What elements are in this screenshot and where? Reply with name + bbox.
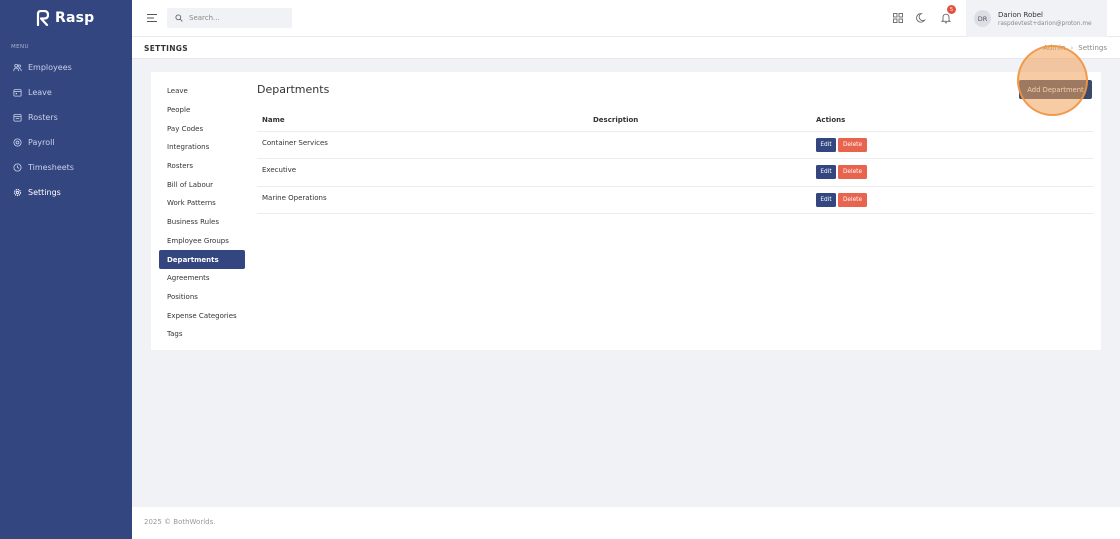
table-row: Container Services Edit Delete: [257, 131, 1093, 160]
settings-nav-employee-groups[interactable]: Employee Groups: [159, 232, 245, 251]
settings-nav-bill-of-labour[interactable]: Bill of Labour: [159, 175, 245, 194]
payroll-icon: [12, 138, 22, 148]
column-header-name: Name: [257, 110, 588, 132]
settings-nav-expense-categories[interactable]: Expense Categories: [159, 306, 245, 325]
department-description: [588, 131, 811, 160]
people-icon: [12, 63, 22, 73]
table-row: Executive Edit Delete: [257, 158, 1093, 187]
settings-nav-leave[interactable]: Leave: [159, 82, 245, 101]
menu-label: MENU: [11, 44, 29, 50]
search-box: [167, 8, 292, 28]
footer-copyright: 2025 © BothWorlds.: [144, 518, 216, 526]
settings-nav: Leave People Pay Codes Integrations Rost…: [159, 82, 245, 344]
table-row: Marine Operations Edit Delete: [257, 186, 1093, 215]
row-actions: Edit Delete: [811, 158, 1093, 187]
breadcrumb-admin[interactable]: Admin: [1043, 44, 1065, 52]
sidebar-item-employees[interactable]: Employees: [0, 55, 132, 80]
departments-table: Name Description Actions Container Servi…: [257, 110, 1093, 215]
calendar-icon: [12, 88, 22, 98]
row-actions: Edit Delete: [811, 186, 1093, 215]
menu-toggle-icon[interactable]: [146, 12, 158, 24]
settings-nav-positions[interactable]: Positions: [159, 288, 245, 307]
topbar: 5 DR Darion Robel raspdevtest+darion@pro…: [132, 0, 1120, 37]
sidebar: Rasp MENU Employees Leave Rosters Payrol…: [0, 0, 132, 539]
sidebar-item-label: Payroll: [28, 138, 55, 147]
gear-icon: [12, 188, 22, 198]
app-logo[interactable]: Rasp: [0, 0, 132, 36]
edit-button[interactable]: Edit: [816, 137, 836, 152]
edit-button[interactable]: Edit: [816, 192, 836, 207]
delete-button[interactable]: Delete: [838, 192, 867, 207]
row-actions: Edit Delete: [811, 131, 1093, 160]
sidebar-item-label: Settings: [28, 188, 61, 197]
settings-nav-integrations[interactable]: Integrations: [159, 138, 245, 157]
edit-button[interactable]: Edit: [816, 165, 836, 180]
add-department-button[interactable]: Add Department: [1019, 80, 1092, 99]
department-name: Executive: [257, 158, 588, 187]
sidebar-item-settings[interactable]: Settings: [0, 180, 132, 205]
avatar: DR: [974, 10, 991, 27]
chevron-right-icon: ›: [1070, 44, 1074, 52]
settings-nav-agreements[interactable]: Agreements: [159, 269, 245, 288]
sidebar-item-label: Leave: [28, 88, 52, 97]
notification-badge: 5: [947, 5, 956, 14]
apps-grid-icon[interactable]: [892, 12, 904, 24]
page-title: SETTINGS: [144, 44, 188, 53]
settings-nav-rosters[interactable]: Rosters: [159, 157, 245, 176]
user-email: raspdevtest+darion@proton.me: [998, 20, 1092, 27]
delete-button[interactable]: Delete: [838, 165, 867, 180]
search-icon: [175, 14, 183, 22]
department-name: Container Services: [257, 131, 588, 160]
app-name: Rasp: [55, 10, 95, 26]
settings-card: Leave People Pay Codes Integrations Rost…: [151, 45, 1101, 350]
page-header: SETTINGS Admin › Settings: [132, 37, 1120, 59]
section-title: Departments: [257, 83, 330, 96]
department-description: [588, 158, 811, 187]
column-header-description: Description: [588, 110, 811, 132]
footer: 2025 © BothWorlds.: [132, 507, 1120, 539]
roster-icon: [12, 113, 22, 123]
user-name: Darion Robel: [998, 10, 1043, 19]
sidebar-item-payroll[interactable]: Payroll: [0, 130, 132, 155]
department-name: Marine Operations: [257, 186, 588, 215]
sidebar-item-leave[interactable]: Leave: [0, 80, 132, 105]
rasp-logo-icon: [36, 10, 49, 26]
settings-nav-work-patterns[interactable]: Work Patterns: [159, 194, 245, 213]
sidebar-item-label: Timesheets: [28, 163, 74, 172]
column-header-actions: Actions: [811, 110, 1093, 132]
settings-nav-business-rules[interactable]: Business Rules: [159, 213, 245, 232]
clock-icon: [12, 163, 22, 173]
sidebar-item-rosters[interactable]: Rosters: [0, 105, 132, 130]
sidebar-item-label: Employees: [28, 63, 72, 72]
delete-button[interactable]: Delete: [838, 137, 867, 152]
user-profile[interactable]: DR Darion Robel raspdevtest+darion@proto…: [966, 0, 1107, 37]
sidebar-item-timesheets[interactable]: Timesheets: [0, 155, 132, 180]
settings-nav-tags[interactable]: Tags: [159, 325, 245, 344]
settings-nav-pay-codes[interactable]: Pay Codes: [159, 119, 245, 138]
settings-nav-people[interactable]: People: [159, 101, 245, 120]
breadcrumb-settings: Settings: [1078, 44, 1107, 52]
sidebar-nav: Employees Leave Rosters Payroll Timeshee…: [0, 55, 132, 205]
department-description: [588, 186, 811, 215]
breadcrumb: Admin › Settings: [1043, 44, 1107, 52]
settings-nav-departments[interactable]: Departments: [159, 250, 245, 269]
sidebar-item-label: Rosters: [28, 113, 58, 122]
table-header-row: Name Description Actions: [257, 110, 1093, 132]
search-input[interactable]: [189, 14, 289, 22]
dark-mode-icon[interactable]: [916, 12, 928, 24]
